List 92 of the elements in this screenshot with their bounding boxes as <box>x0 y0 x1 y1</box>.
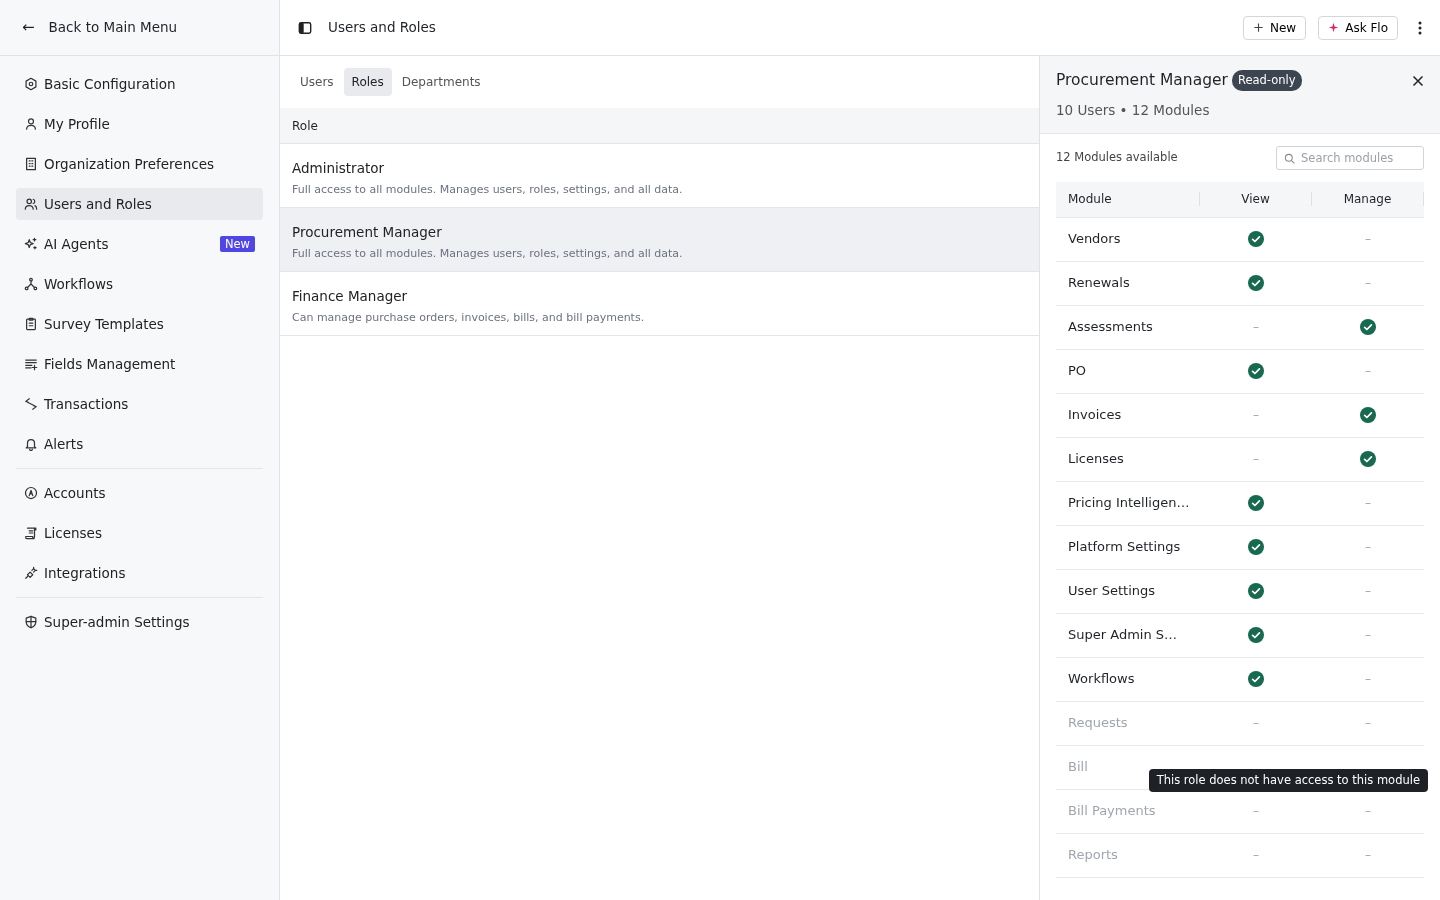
role-row[interactable]: Procurement Manager Full access to all modules. Manages users, roles, settings, and all data. <box>280 208 1039 272</box>
new-button[interactable]: New <box>1243 15 1307 40</box>
dash-mark: – <box>1365 803 1371 820</box>
dash-mark: – <box>1365 715 1371 732</box>
role-name: Administrator <box>292 159 386 178</box>
person-icon <box>24 117 38 131</box>
back-arrow[interactable]: ← <box>22 16 35 39</box>
role-description: Can manage purchase orders, invoices, bills, and bill payments. <box>292 310 646 327</box>
module-name: Vendors <box>1067 230 1122 249</box>
plus-icon <box>1253 22 1264 33</box>
search-icon <box>1284 152 1295 164</box>
column-header: Manage <box>1343 191 1392 208</box>
dash-mark: – <box>1253 319 1259 336</box>
module-name: Bill Payments <box>1067 802 1157 821</box>
dash-mark: – <box>1365 583 1371 600</box>
dash-mark: – <box>1365 627 1371 644</box>
search-field[interactable]: Search modules <box>1276 145 1424 170</box>
shield-icon <box>24 615 38 629</box>
module-name: Invoices <box>1067 406 1123 425</box>
module-name: Assessments <box>1067 318 1154 337</box>
sparkle-icon <box>1328 22 1340 33</box>
hexagon-icon <box>24 77 38 91</box>
list-plus-icon <box>24 357 38 371</box>
tab[interactable]: Departments <box>393 68 489 96</box>
sidebar-item[interactable]: Basic Configuration <box>16 68 263 100</box>
ask-button[interactable]: Ask Flo <box>1318 15 1398 40</box>
sidebar-item[interactable]: Super-admin Settings <box>16 606 263 638</box>
module-name: User Settings <box>1067 582 1157 601</box>
dash-mark: – <box>1365 275 1371 292</box>
document-icon <box>24 526 38 540</box>
panel-summary: 10 Users • 12 Modules <box>1056 101 1211 121</box>
sidebar-item[interactable]: Workflows <box>16 268 263 300</box>
module-name: Licenses <box>1067 450 1125 469</box>
sidebar-item[interactable]: AI Agents New <box>16 228 263 260</box>
new-badge: New <box>219 236 255 252</box>
column-header: Module <box>1068 191 1112 208</box>
dash-mark: – <box>1365 539 1371 556</box>
dash-mark: – <box>1365 847 1371 864</box>
sidebar-item[interactable]: Accounts <box>16 477 263 509</box>
dash-mark: – <box>1365 231 1371 248</box>
tooltip: This role does not have access to this module <box>1148 768 1428 792</box>
column-header: View <box>1241 191 1270 208</box>
role-name: Procurement Manager <box>292 223 443 242</box>
module-name: Reports <box>1067 846 1119 865</box>
modules-count: 12 Modules available <box>1056 148 1178 166</box>
module-name: PO <box>1067 362 1088 381</box>
building-icon <box>24 157 38 171</box>
panel-title: Procurement Manager <box>1056 70 1228 91</box>
column-header: Role <box>292 117 318 135</box>
close-icon[interactable] <box>1412 74 1424 87</box>
dash-mark: – <box>1253 803 1259 820</box>
role-row[interactable]: Finance Manager Can manage purchase orders, invoices, bills, and bill payments. <box>280 272 1039 336</box>
sidebar-item[interactable]: Licenses <box>16 517 263 549</box>
letter-circle-icon <box>24 486 38 500</box>
sidebar-item[interactable]: Organization Preferences <box>16 148 263 180</box>
dash-mark: – <box>1253 847 1259 864</box>
plug-icon <box>24 566 38 580</box>
module-name: Renewals <box>1067 274 1131 293</box>
sidebar-item[interactable]: Survey Templates <box>16 308 263 340</box>
module-name: Pricing Intelligen… <box>1067 494 1191 513</box>
sparkle-icon <box>24 237 38 251</box>
dash-mark: – <box>1365 671 1371 688</box>
sidebar-item[interactable]: Users and Roles <box>16 188 263 220</box>
dash-mark: – <box>1253 451 1259 468</box>
module-name: Bill <box>1067 758 1089 777</box>
status-badge: Read-only <box>1231 70 1302 92</box>
sidebar-toggle-icon <box>298 20 312 35</box>
more-icon[interactable] <box>1418 20 1422 35</box>
sidebar-item[interactable]: Transactions <box>16 388 263 420</box>
module-name: Super Admin S… <box>1067 626 1179 645</box>
bell-icon <box>24 437 38 451</box>
sidebar-item[interactable]: Fields Management <box>16 348 263 380</box>
role-description: Full access to all modules. Manages users, roles, settings, and all data. <box>292 182 684 199</box>
role-name: Finance Manager <box>292 287 409 306</box>
sidebar-item[interactable]: Alerts <box>16 428 263 460</box>
role-description: Full access to all modules. Manages users, roles, settings, and all data. <box>292 246 684 263</box>
page-title: Users and Roles <box>328 18 436 38</box>
module-name: Requests <box>1067 714 1129 733</box>
sidebar-item[interactable]: Integrations <box>16 557 263 589</box>
back-link[interactable]: Back to Main Menu <box>48 17 178 38</box>
people-icon <box>24 197 38 211</box>
module-name: Platform Settings <box>1067 538 1182 557</box>
dash-mark: – <box>1365 363 1371 380</box>
module-name: Workflows <box>1067 670 1136 689</box>
dash-mark: – <box>1253 715 1259 732</box>
branch-icon <box>24 277 38 291</box>
tab[interactable]: Roles <box>343 68 392 96</box>
clipboard-icon <box>24 317 38 331</box>
sidebar-item[interactable]: My Profile <box>16 108 263 140</box>
dash-mark: – <box>1365 495 1371 512</box>
tab[interactable]: Users <box>292 68 342 96</box>
dash-mark: – <box>1253 407 1259 424</box>
